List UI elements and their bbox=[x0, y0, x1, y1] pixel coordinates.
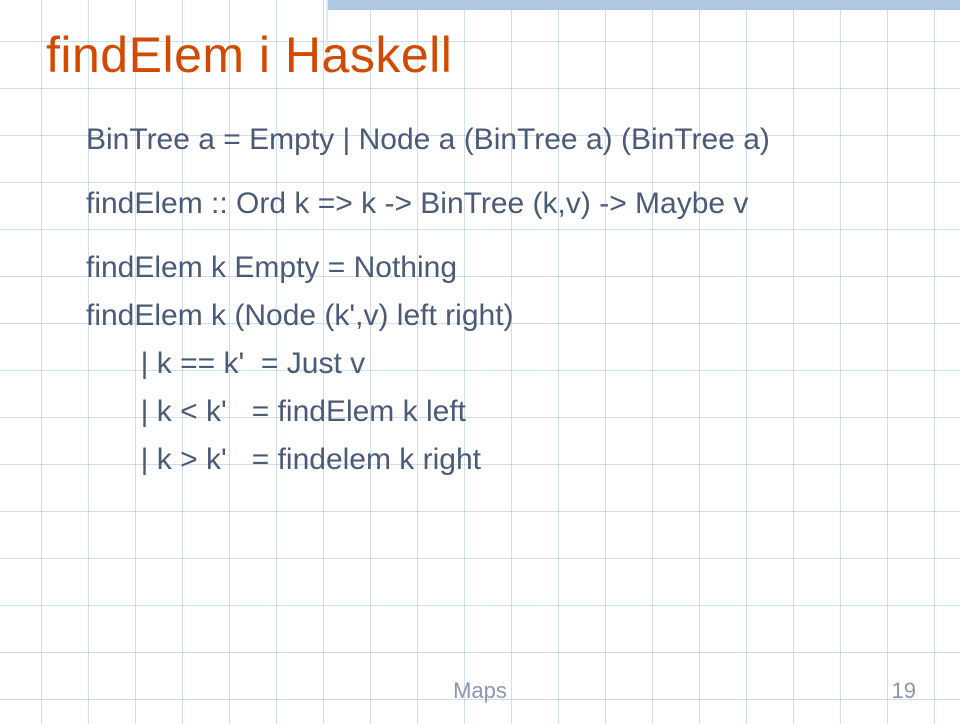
slide: findElem i Haskell BinTree a = Empty | N… bbox=[0, 0, 960, 724]
code-def-node: findElem k (Node (k',v) left right) bbox=[86, 292, 900, 340]
code-typedef: BinTree a = Empty | Node a (BinTree a) (… bbox=[86, 116, 900, 164]
code-signature: findElem :: Ord k => k -> BinTree (k,v) … bbox=[86, 180, 900, 228]
code-guard-gt: | k > k' = findelem k right bbox=[86, 436, 900, 484]
code-guard-eq: | k == k' = Just v bbox=[86, 340, 900, 388]
footer-page-number: 19 bbox=[892, 678, 916, 704]
slide-body: BinTree a = Empty | Node a (BinTree a) (… bbox=[86, 116, 900, 484]
code-def-empty: findElem k Empty = Nothing bbox=[86, 244, 900, 292]
slide-title: findElem i Haskell bbox=[46, 26, 452, 84]
top-accent-bar bbox=[326, 0, 960, 10]
code-guard-lt: | k < k' = findElem k left bbox=[86, 388, 900, 436]
footer-topic: Maps bbox=[0, 678, 960, 704]
